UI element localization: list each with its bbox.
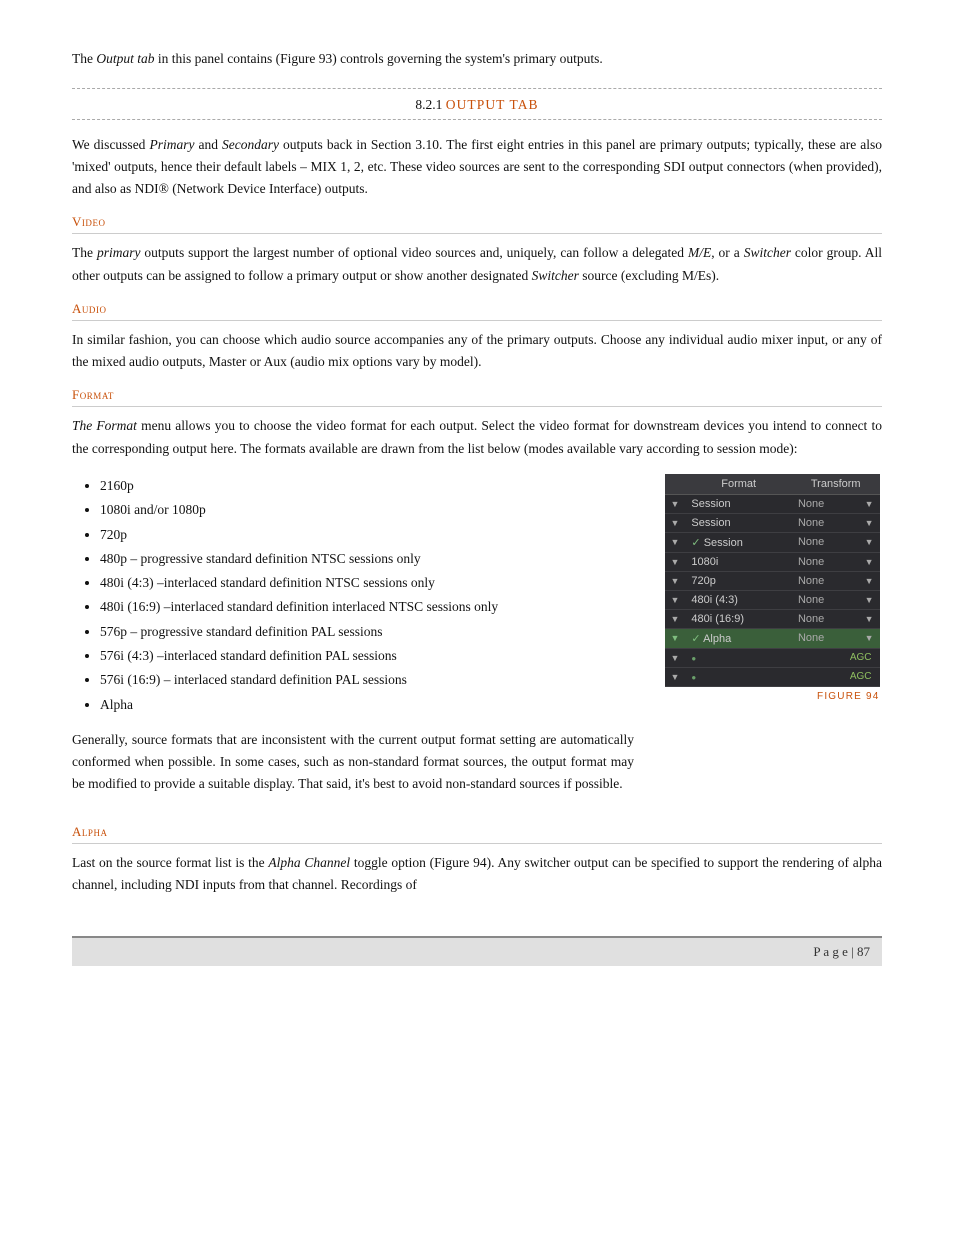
table-row: ▼ ● AGC xyxy=(665,648,880,667)
list-item: 576p – progressive standard definition P… xyxy=(100,620,634,644)
format-bullet-list: 2160p 1080i and/or 1080p 720p 480p – pro… xyxy=(100,474,634,717)
table-row: ▼ Session None ▼ xyxy=(665,494,880,513)
bullet-col: 2160p 1080i and/or 1080p 720p 480p – pro… xyxy=(72,474,634,810)
page-number: P a g e | 87 xyxy=(813,944,870,960)
page-footer: P a g e | 87 xyxy=(72,936,882,966)
list-item: 480i (4:3) –interlaced standard definiti… xyxy=(100,571,634,595)
table-row: ▼ ● AGC xyxy=(665,667,880,686)
alpha-rule xyxy=(72,843,882,844)
col-format: Format xyxy=(685,474,792,495)
col-transform: Transform xyxy=(792,474,880,495)
list-item: 2160p xyxy=(100,474,634,498)
two-col-layout: 2160p 1080i and/or 1080p 720p 480p – pro… xyxy=(72,474,882,810)
section-top-rule xyxy=(72,88,882,89)
section-name: OUTPUT TAB xyxy=(446,97,539,112)
after-list-paragraph: Generally, source formats that are incon… xyxy=(72,729,634,796)
intro-paragraph: The Output tab in this panel contains (F… xyxy=(72,48,882,70)
section-821-heading: 8.2.1 OUTPUT TAB xyxy=(72,91,882,117)
figure94-label: FIGURE 94 xyxy=(665,691,880,702)
format-rule xyxy=(72,406,882,407)
list-item: 576i (4:3) –interlaced standard definiti… xyxy=(100,644,634,668)
alpha-label: Alpha xyxy=(72,824,882,840)
section-bottom-rule xyxy=(72,119,882,120)
figure94-col: Format Transform ▼ Session None ▼ ▼ Sess… xyxy=(662,474,882,810)
intro-italic: Output tab xyxy=(96,51,154,66)
video-label: Video xyxy=(72,214,882,230)
list-item: 1080i and/or 1080p xyxy=(100,498,634,522)
list-item: 480i (16:9) –interlaced standard definit… xyxy=(100,595,634,619)
video-rule xyxy=(72,233,882,234)
table-row: ▼ Session None ▼ xyxy=(665,513,880,532)
audio-paragraph: In similar fashion, you can choose which… xyxy=(72,329,882,374)
table-row: ▼ 480i (16:9) None ▼ xyxy=(665,609,880,628)
list-item: 576i (16:9) – interlaced standard defini… xyxy=(100,668,634,692)
audio-label: Audio xyxy=(72,301,882,317)
main-paragraph: We discussed Primary and Secondary outpu… xyxy=(72,134,882,201)
intro-text-before: The xyxy=(72,51,96,66)
format-label: Format xyxy=(72,387,882,403)
figure94-table: Format Transform ▼ Session None ▼ ▼ Sess… xyxy=(665,474,880,687)
audio-rule xyxy=(72,320,882,321)
list-item: 720p xyxy=(100,523,634,547)
section-number: 8.2.1 xyxy=(415,97,442,112)
intro-text-after: in this panel contains (Figure 93) contr… xyxy=(155,51,603,66)
video-paragraph: The primary outputs support the largest … xyxy=(72,242,882,287)
alpha-paragraph: Last on the source format list is the Al… xyxy=(72,852,882,897)
list-item: Alpha xyxy=(100,693,634,717)
table-row: ▼ ✓ Session None ▼ xyxy=(665,532,880,552)
table-row-highlighted: ▼ ✓ Alpha None ▼ xyxy=(665,628,880,648)
table-row: ▼ 1080i None ▼ xyxy=(665,552,880,571)
table-row: ▼ 480i (4:3) None ▼ xyxy=(665,590,880,609)
list-item: 480p – progressive standard definition N… xyxy=(100,547,634,571)
format-paragraph: The Format menu allows you to choose the… xyxy=(72,415,882,460)
table-row: ▼ 720p None ▼ xyxy=(665,571,880,590)
